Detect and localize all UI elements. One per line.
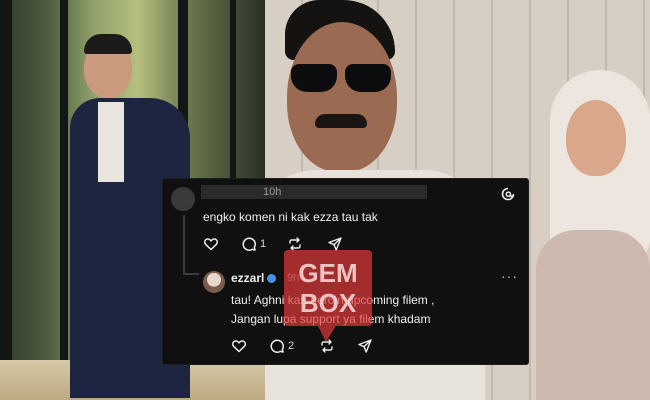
- woman-in-hijab: [530, 60, 650, 400]
- commenter-avatar[interactable]: [171, 187, 195, 211]
- reply-username-text[interactable]: ezzarl: [231, 271, 264, 285]
- comment-icon[interactable]: [241, 236, 257, 252]
- threads-logo-icon: [500, 186, 516, 202]
- comment-text: engko komen ni kak ezza tau tak: [203, 210, 378, 224]
- reply-count: 1: [260, 238, 267, 250]
- heart-icon[interactable]: [203, 236, 219, 252]
- verified-badge-icon: [267, 274, 277, 284]
- more-options-icon[interactable]: ···: [501, 268, 518, 284]
- watermark-line-2: BOX: [300, 288, 357, 318]
- redacted-username: [201, 185, 427, 199]
- reply-avatar[interactable]: [203, 271, 225, 293]
- watermark-line-1: GEM: [298, 258, 357, 288]
- heart-icon-reply[interactable]: [231, 338, 247, 354]
- comment-time: 10h: [263, 186, 282, 198]
- gembox-watermark-logo: GEM BOX: [282, 244, 374, 344]
- thread-line: [183, 215, 185, 275]
- reply-username[interactable]: ezzarl: [231, 271, 277, 285]
- reply-connector: [183, 273, 199, 275]
